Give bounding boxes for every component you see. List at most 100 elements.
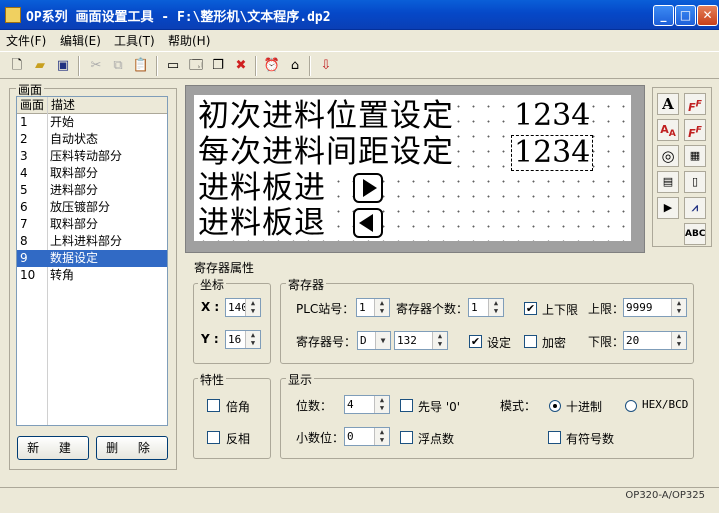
canvas-text-line2[interactable]: 每次进料间距设定 <box>198 135 454 169</box>
spin-arrows-icon[interactable]: ▲ ▼ <box>432 332 447 349</box>
x-label: X : <box>201 300 220 314</box>
canvas-advance-button[interactable] <box>353 173 383 203</box>
screen-list-row[interactable]: 10 转角 <box>17 267 167 284</box>
double-size-checkbox[interactable] <box>207 399 220 412</box>
float-checkbox[interactable] <box>400 431 413 444</box>
delete-screen-button[interactable]: ✖ <box>231 56 251 76</box>
register-type-select[interactable]: D ▼ <box>357 331 391 350</box>
register-tool-button[interactable]: ▤ <box>657 171 679 193</box>
canvas-value-line1[interactable]: 1234 <box>514 99 591 133</box>
font-icon: FF <box>688 98 702 114</box>
home-button[interactable]: ⌂ <box>285 56 305 76</box>
canvas-value-line2-selected[interactable]: 1234 <box>511 135 594 171</box>
title-bar[interactable]: OP系列 画面设置工具 - F:\整形机\文本程序.dp2 _ □ ✕ <box>0 0 719 30</box>
minimize-button[interactable]: _ <box>653 5 674 26</box>
lamp-tool-button[interactable]: ◎ <box>657 145 679 167</box>
screen-list-row[interactable]: 4 取料部分 <box>17 165 167 182</box>
canvas-retreat-button[interactable] <box>353 208 383 238</box>
bitmap-tool-button[interactable]: ▦ <box>684 145 706 167</box>
spin-arrows-icon[interactable]: ▲ ▼ <box>374 428 389 445</box>
checkmark-icon: ✔ <box>525 302 536 315</box>
button-tool-button[interactable]: ▶ <box>657 197 679 219</box>
copy-screen-button[interactable]: ❐ <box>208 56 228 76</box>
y-coordinate-input[interactable]: 16 ▲ ▼ <box>225 330 261 349</box>
screen-list-row[interactable]: 5 进料部分 <box>17 182 167 199</box>
save-button[interactable]: ▣ <box>53 56 73 76</box>
encrypt-checkbox[interactable] <box>524 335 537 348</box>
spin-arrows-icon[interactable]: ▲ ▼ <box>245 331 260 348</box>
digits-input[interactable]: 4 ▲ ▼ <box>344 395 390 414</box>
decimal-places-input[interactable]: 0 ▲ ▼ <box>344 427 390 446</box>
leading-zero-checkbox[interactable] <box>400 399 413 412</box>
screen-list-row[interactable]: 6 放压镀部分 <box>17 199 167 216</box>
arrow-left-icon <box>359 214 373 232</box>
font-scale-tool-button[interactable]: FF <box>684 119 706 141</box>
cut-button[interactable]: ✂ <box>86 56 106 76</box>
screen-list-row[interactable]: 3 压料转动部分 <box>17 148 167 165</box>
canvas-text-line1[interactable]: 初次进料位置设定 <box>198 99 454 133</box>
invert-checkbox[interactable] <box>207 431 220 444</box>
text-tool-button[interactable]: A <box>657 93 679 115</box>
display-group <box>280 378 694 459</box>
font-tool-button[interactable]: FF <box>684 93 706 115</box>
screen-list-row[interactable]: 8 上料进料部分 <box>17 233 167 250</box>
bar-graph-tool-button[interactable]: ▯ <box>684 171 706 193</box>
screen-canvas[interactable]: 初次进料位置设定 1234 每次进料间距设定 1234 进料板进 进料板退 <box>194 95 631 241</box>
copy-button[interactable]: ⧉ <box>108 56 128 76</box>
mode-label: 模式： <box>500 399 537 413</box>
save-icon: ▣ <box>56 58 70 73</box>
spin-arrows-icon[interactable]: ▲ ▼ <box>488 299 503 316</box>
maximize-button[interactable]: □ <box>675 5 696 26</box>
screen-list-row[interactable]: 9 数据设定 <box>17 250 167 267</box>
spin-arrows-icon[interactable]: ▲ ▼ <box>671 332 686 349</box>
screen-list[interactable]: 画面 描述 1 开始 2 自动状态 3 压料转动部分 4 取料部分 5 进料部分 6 放压镀部分 7 取料… <box>16 96 168 426</box>
spin-arrows-icon[interactable]: ▲ ▼ <box>245 299 260 316</box>
trend-tool-button[interactable]: ⩘ <box>684 197 706 219</box>
spin-arrows-icon[interactable]: ▲ ▼ <box>671 299 686 316</box>
new-file-button[interactable]: 🗋 <box>7 56 27 76</box>
register-type-value: D <box>360 334 367 347</box>
menu-tools[interactable]: 工具(T) <box>114 32 155 49</box>
signed-checkbox[interactable] <box>548 431 561 444</box>
download-button[interactable]: ⇩ <box>316 56 336 76</box>
text-scale-tool-button[interactable]: AA <box>657 119 679 141</box>
abc-tool-button[interactable]: ABC <box>684 223 706 245</box>
register-number-input[interactable]: 132 ▲ ▼ <box>394 331 448 350</box>
open-file-button[interactable]: ▰ <box>30 56 50 76</box>
column-header-screen[interactable]: 画面 <box>17 97 48 114</box>
menu-edit[interactable]: 编辑(E) <box>60 32 101 49</box>
close-button[interactable]: ✕ <box>697 5 718 26</box>
digits-value: 4 <box>347 398 354 411</box>
rectangle-tool-button[interactable]: ▭ <box>163 56 183 76</box>
x-coordinate-input[interactable]: 140 ▲ ▼ <box>225 298 261 317</box>
canvas-text-line4[interactable]: 进料板退 <box>198 206 326 240</box>
alarm-button[interactable]: ⏰ <box>262 56 282 76</box>
menu-help[interactable]: 帮助(H) <box>168 32 210 49</box>
screen-description: 取料部分 <box>50 217 99 231</box>
spin-arrows-icon[interactable]: ▲ ▼ <box>374 396 389 413</box>
dropdown-arrow-icon[interactable]: ▼ <box>375 332 390 349</box>
spin-arrows-icon[interactable]: ▲ ▼ <box>374 299 389 316</box>
delete-screen-list-button[interactable]: 删 除 <box>96 436 168 460</box>
column-header-description[interactable]: 描述 <box>48 97 167 114</box>
new-screen-button[interactable]: 新 建 <box>17 436 89 460</box>
canvas-text-line3[interactable]: 进料板进 <box>198 171 326 205</box>
decimal-radio[interactable] <box>549 400 561 412</box>
upper-limit-input[interactable]: 9999 ▲ ▼ <box>623 298 687 317</box>
encrypt-label: 加密 <box>542 336 567 350</box>
screen-list-row[interactable]: 1 开始 <box>17 114 167 131</box>
properties-icon: 🗔 <box>188 58 204 73</box>
screen-number: 2 <box>20 132 28 146</box>
screen-list-row[interactable]: 7 取料部分 <box>17 216 167 233</box>
lower-limit-input[interactable]: 20 ▲ ▼ <box>623 331 687 350</box>
set-checkbox[interactable]: ✔ <box>469 335 482 348</box>
menu-file[interactable]: 文件(F) <box>6 32 46 49</box>
screen-list-row[interactable]: 2 自动状态 <box>17 131 167 148</box>
paste-button[interactable]: 📋 <box>131 56 151 76</box>
bar-graph-icon: ▯ <box>691 175 699 188</box>
screen-properties-button[interactable]: 🗔 <box>186 56 206 76</box>
limits-checkbox[interactable]: ✔ <box>524 302 537 315</box>
hex-bcd-radio[interactable] <box>625 400 637 412</box>
plc-station-input[interactable]: 1 ▲ ▼ <box>356 298 390 317</box>
register-count-input[interactable]: 1 ▲ ▼ <box>468 298 504 317</box>
